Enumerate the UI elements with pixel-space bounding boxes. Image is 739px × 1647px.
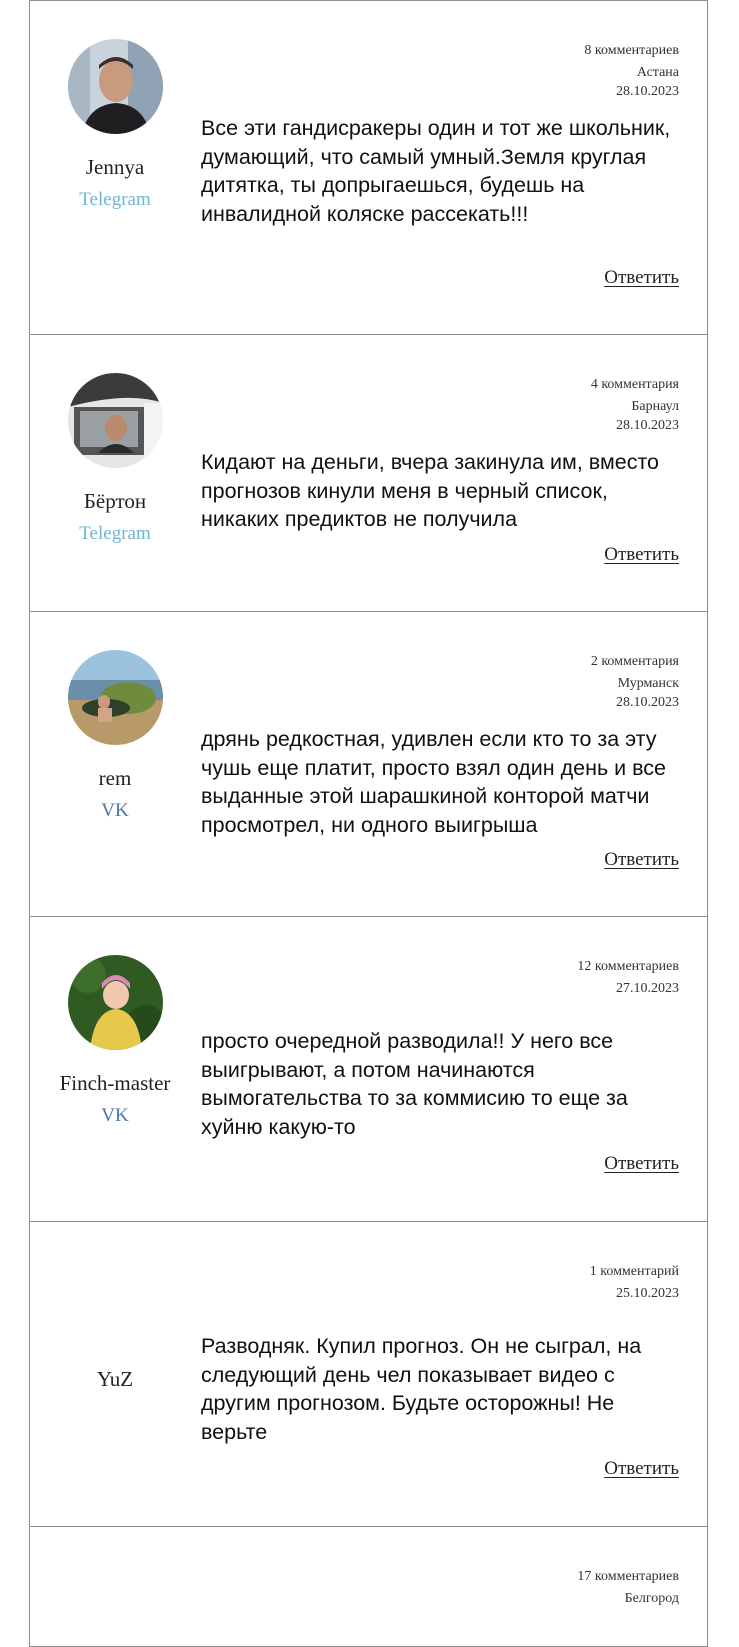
author-name: Jennya xyxy=(85,155,145,179)
author-name: YuZ xyxy=(96,1367,134,1391)
avatar[interactable] xyxy=(67,373,163,468)
author-name: Бёртон xyxy=(83,489,147,513)
comment-date: 28.10.2023 xyxy=(616,695,679,710)
comment-author-block: Jennya Telegram xyxy=(58,39,172,214)
author-source-link[interactable]: Telegram xyxy=(58,520,172,548)
comment-count: 2 комментария xyxy=(590,654,679,669)
comment-date: 28.10.2023 xyxy=(616,84,679,99)
author-name: rem xyxy=(98,766,132,790)
comment-meta: 4 комментария Барнаул 28.10.2023 xyxy=(591,373,679,435)
reply-button[interactable]: Ответить xyxy=(604,544,679,566)
author-name: Finch-master xyxy=(59,1071,171,1095)
comment-card: YuZ 1 комментарий 25.10.2023 Разводняк. … xyxy=(29,1222,708,1527)
comment-card: Jennya Telegram 8 комментариев Астана 28… xyxy=(29,0,708,335)
reply-button[interactable]: Ответить xyxy=(604,1153,679,1175)
avatar[interactable] xyxy=(67,39,163,134)
comment-meta: 17 комментариев Белгород xyxy=(577,1565,679,1608)
avatar[interactable] xyxy=(67,955,163,1050)
comment-text: Разводняк. Купил прогноз. Он не сыграл, … xyxy=(201,1334,642,1444)
comment-text: просто очередной разводила!! У него все … xyxy=(201,1029,628,1139)
author-source-link[interactable]: Telegram xyxy=(58,186,172,214)
comment-meta: 8 комментариев Астана 28.10.2023 xyxy=(584,39,679,101)
comment-count: 8 комментариев xyxy=(584,43,679,58)
comment-card: rem VK 2 комментария Мурманск 28.10.2023… xyxy=(29,612,708,917)
comment-date: 27.10.2023 xyxy=(616,981,679,996)
comment-count: 17 комментариев xyxy=(577,1569,679,1584)
comment-city: Белгород xyxy=(624,1591,679,1606)
comment-author-block: Finch-master VK xyxy=(58,955,172,1130)
author-source-link[interactable]: VK xyxy=(58,1102,172,1130)
comment-count: 4 комментария xyxy=(590,377,679,392)
avatar[interactable] xyxy=(67,650,163,745)
comment-card: Бёртон Telegram 4 комментария Барнаул 28… xyxy=(29,335,708,612)
comment-date: 25.10.2023 xyxy=(616,1286,679,1301)
comment-city: Барнаул xyxy=(631,399,679,414)
comment-meta: 2 комментария Мурманск 28.10.2023 xyxy=(591,650,679,712)
comment-author-block: YuZ xyxy=(58,1360,172,1398)
comment-card: Finch-master VK 12 комментариев 27.10.20… xyxy=(29,917,708,1222)
comment-meta: 12 комментариев 27.10.2023 xyxy=(577,955,679,998)
comment-text: Кидают на деньги, вчера закинула им, вме… xyxy=(201,450,660,531)
comment-text: дрянь редкостная, удивлен если кто то за… xyxy=(201,727,667,837)
comment-card: 17 комментариев Белгород xyxy=(29,1527,708,1647)
comment-city: Мурманск xyxy=(617,676,679,691)
author-source-link[interactable]: VK xyxy=(58,797,172,825)
comment-count: 1 комментарий xyxy=(589,1264,679,1279)
comment-meta: 1 комментарий 25.10.2023 xyxy=(590,1260,679,1303)
reply-button[interactable]: Ответить xyxy=(604,1458,679,1480)
comment-author-block: Бёртон Telegram xyxy=(58,373,172,548)
comment-city: Астана xyxy=(636,65,679,80)
comments-list: Jennya Telegram 8 комментариев Астана 28… xyxy=(29,0,708,1647)
reply-button[interactable]: Ответить xyxy=(604,267,679,289)
comment-text: Все эти гандисракеры один и тот же школь… xyxy=(201,116,671,226)
comment-date: 28.10.2023 xyxy=(616,418,679,433)
reply-button[interactable]: Ответить xyxy=(604,849,679,871)
comment-author-block: rem VK xyxy=(58,650,172,825)
comment-count: 12 комментариев xyxy=(577,959,679,974)
